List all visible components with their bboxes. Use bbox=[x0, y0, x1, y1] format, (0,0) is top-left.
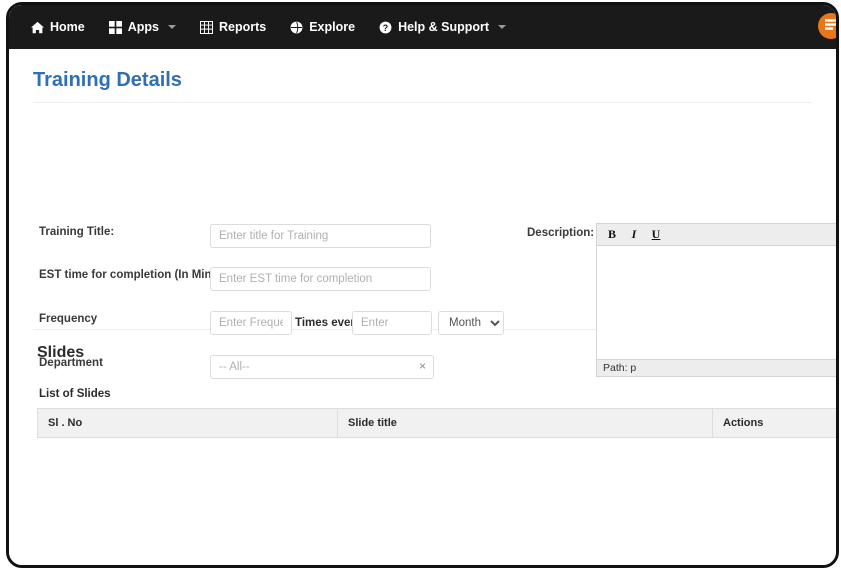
nav-label-explore: Explore bbox=[309, 20, 356, 34]
label-department: Department bbox=[39, 357, 103, 369]
grid-icon bbox=[108, 20, 122, 34]
page-body: Training Details Training Title: EST tim… bbox=[9, 49, 836, 565]
slides-table-head: Sl . No Slide title Actions bbox=[37, 408, 836, 438]
italic-icon[interactable]: I bbox=[624, 226, 644, 244]
list-of-slides-label: List of Slides bbox=[39, 388, 111, 400]
list-icon bbox=[824, 17, 836, 35]
frequency-period-select[interactable]: Month bbox=[438, 311, 504, 335]
chevron-down-icon-help bbox=[498, 25, 507, 29]
description-textarea[interactable] bbox=[597, 246, 836, 359]
globe-icon bbox=[290, 21, 303, 34]
description-editor: B I U Path: p bbox=[596, 223, 836, 377]
editor-status-bar: Path: p bbox=[597, 359, 836, 376]
table-icon bbox=[199, 20, 213, 34]
training-details-form: Training Title: EST time for completion … bbox=[9, 117, 836, 379]
label-training-title: Training Title: bbox=[39, 226, 115, 238]
clear-icon[interactable]: × bbox=[419, 359, 426, 373]
frequency-count-input[interactable] bbox=[210, 311, 292, 335]
frequency-interval-input[interactable] bbox=[352, 311, 432, 335]
svg-text:?: ? bbox=[383, 22, 388, 32]
page-title: Training Details bbox=[33, 69, 182, 91]
user-menu-badge[interactable] bbox=[818, 13, 836, 39]
nav-item-home[interactable]: Home bbox=[19, 14, 97, 40]
nav-item-apps[interactable]: Apps bbox=[97, 14, 188, 40]
training-title-input[interactable] bbox=[210, 224, 431, 248]
question-circle-icon: ? bbox=[379, 21, 392, 34]
slides-table: Sl . No Slide title Actions bbox=[37, 408, 836, 439]
nav-label-home: Home bbox=[50, 20, 85, 34]
label-est-time: EST time for completion (In Mins): bbox=[39, 269, 226, 281]
editor-toolbar: B I U bbox=[597, 224, 836, 246]
bold-icon[interactable]: B bbox=[602, 226, 622, 244]
est-time-input[interactable] bbox=[210, 267, 431, 291]
column-header-sl-no[interactable]: Sl . No bbox=[37, 408, 338, 438]
home-icon bbox=[31, 21, 44, 34]
nav-label-apps: Apps bbox=[127, 20, 159, 34]
top-navbar: Home Apps Reports Explore ? Help & Suppo… bbox=[9, 5, 836, 49]
chevron-down-icon-apps bbox=[167, 25, 176, 29]
label-frequency: Frequency bbox=[39, 313, 98, 325]
nav-label-reports: Reports bbox=[218, 20, 267, 34]
title-divider bbox=[33, 102, 812, 103]
label-description: Description: bbox=[527, 227, 595, 239]
nav-label-help-support: Help & Support bbox=[398, 20, 490, 34]
department-value: -- All-- bbox=[219, 361, 250, 373]
slides-table-body bbox=[38, 438, 837, 439]
nav-item-explore[interactable]: Explore bbox=[278, 14, 367, 40]
column-header-actions[interactable]: Actions bbox=[712, 408, 836, 438]
department-select[interactable]: -- All-- × bbox=[210, 355, 434, 379]
nav-item-help-support[interactable]: ? Help & Support bbox=[367, 14, 518, 40]
underline-icon[interactable]: U bbox=[646, 226, 666, 244]
column-header-slide-title[interactable]: Slide title bbox=[337, 408, 713, 438]
table-header-row: Sl . No Slide title Actions bbox=[37, 408, 836, 438]
nav-item-reports[interactable]: Reports bbox=[188, 14, 278, 40]
device-frame: Home Apps Reports Explore ? Help & Suppo… bbox=[6, 2, 839, 568]
